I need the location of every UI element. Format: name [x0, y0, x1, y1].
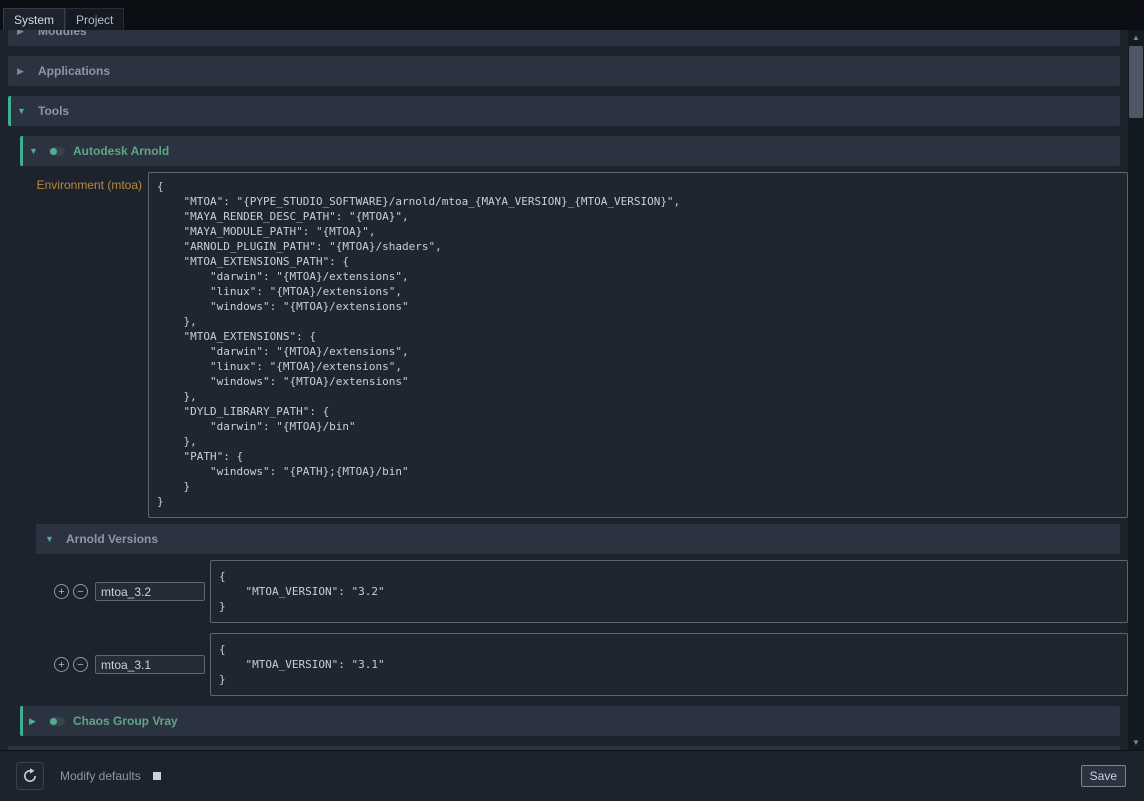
scrollbar-thumb[interactable]: [1129, 46, 1143, 118]
refresh-icon: [22, 768, 38, 784]
version-controls: + −: [54, 582, 210, 601]
collapse-arrow-icon: ▶: [29, 717, 43, 726]
version-row: + − { "MTOA_VERSION": "3.1" }: [54, 633, 1128, 696]
version-name-input[interactable]: [95, 582, 205, 601]
refresh-button[interactable]: [16, 762, 44, 790]
section-label-modules: Modules: [38, 30, 87, 38]
arnold-enabled-toggle[interactable]: [49, 147, 65, 156]
environment-json-editor[interactable]: { "MTOA": "{PYPE_STUDIO_SOFTWARE}/arnold…: [148, 172, 1128, 518]
tab-bar: System Project: [0, 0, 1144, 30]
settings-scroll-area: ▶ Modules ▶ Applications ▼ Tools ▼ Autod…: [0, 30, 1128, 750]
environment-row: Environment (mtoa) { "MTOA": "{PYPE_STUD…: [20, 172, 1128, 518]
tab-project[interactable]: Project: [65, 8, 124, 30]
save-button[interactable]: Save: [1081, 765, 1126, 787]
scroll-up-arrow-icon[interactable]: ▲: [1128, 30, 1144, 44]
add-version-button[interactable]: +: [54, 657, 69, 672]
footer-bar: Modify defaults Save: [0, 750, 1144, 801]
settings-content: ▶ Modules ▶ Applications ▼ Tools ▼ Autod…: [0, 30, 1144, 750]
version-controls: + −: [54, 655, 210, 674]
environment-label: Environment (mtoa): [20, 172, 148, 518]
expand-arrow-icon: ▼: [45, 535, 59, 544]
version-json-editor[interactable]: { "MTOA_VERSION": "3.1" }: [210, 633, 1128, 696]
collapse-arrow-icon: ▶: [17, 30, 31, 36]
section-header-arnold-versions[interactable]: ▼ Arnold Versions: [36, 524, 1120, 554]
add-version-button[interactable]: +: [54, 584, 69, 599]
vray-enabled-toggle[interactable]: [49, 717, 65, 726]
expand-arrow-icon: ▼: [17, 107, 31, 116]
vertical-scrollbar: ▲ ▼: [1128, 30, 1144, 750]
tab-system[interactable]: System: [3, 8, 65, 30]
section-label-tools: Tools: [38, 104, 69, 118]
expand-arrow-icon: ▼: [29, 147, 43, 156]
version-row: + − { "MTOA_VERSION": "3.2" }: [54, 560, 1128, 623]
modify-defaults-checkbox[interactable]: [153, 772, 161, 780]
section-label-applications: Applications: [38, 64, 110, 78]
tools-body: ▼ Autodesk Arnold Environment (mtoa) { "…: [0, 136, 1128, 750]
version-name-input[interactable]: [95, 655, 205, 674]
arnold-versions-label: Arnold Versions: [66, 532, 158, 546]
version-json-editor[interactable]: { "MTOA_VERSION": "3.2" }: [210, 560, 1128, 623]
collapse-arrow-icon: ▶: [17, 67, 31, 76]
remove-version-button[interactable]: −: [73, 584, 88, 599]
scroll-down-arrow-icon[interactable]: ▼: [1128, 735, 1144, 749]
section-header-applications[interactable]: ▶ Applications: [8, 56, 1120, 86]
vray-title: Chaos Group Vray: [73, 714, 178, 728]
remove-version-button[interactable]: −: [73, 657, 88, 672]
modify-defaults-label: Modify defaults: [60, 769, 141, 783]
section-header-tools[interactable]: ▼ Tools: [8, 96, 1120, 126]
section-header-modules[interactable]: ▶ Modules: [8, 30, 1120, 46]
arnold-title: Autodesk Arnold: [73, 144, 169, 158]
section-header-autodesk-arnold[interactable]: ▼ Autodesk Arnold: [20, 136, 1120, 166]
section-header-chaos-group-vray[interactable]: ▶ Chaos Group Vray: [20, 706, 1120, 736]
